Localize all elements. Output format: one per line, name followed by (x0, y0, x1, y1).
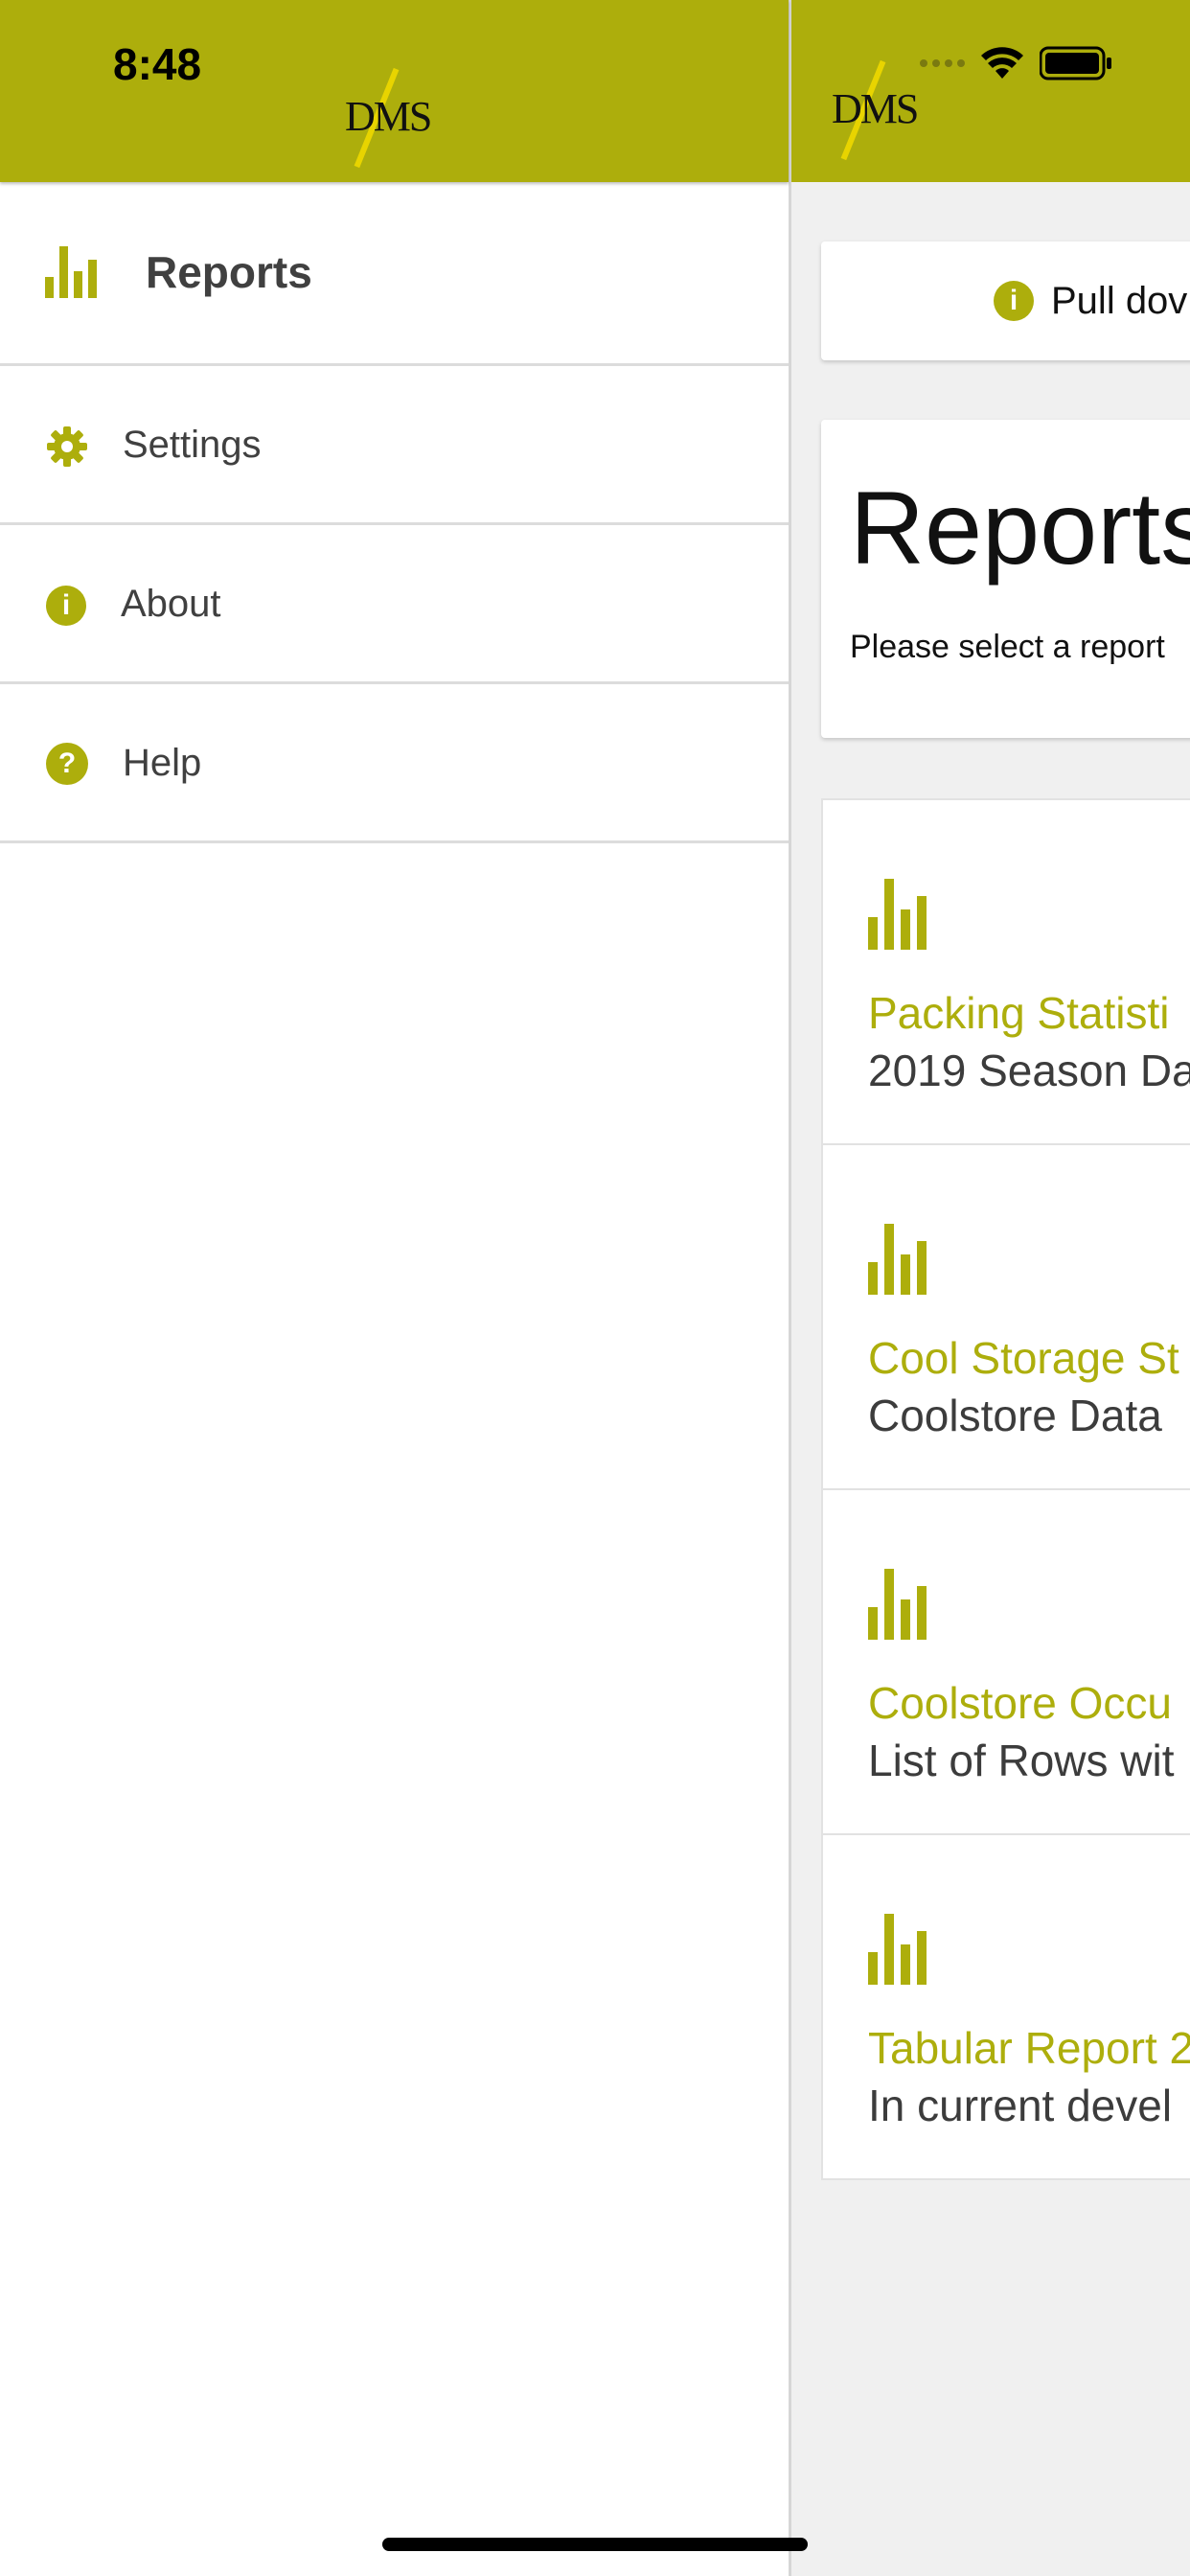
drawer-item-label: About (121, 583, 221, 625)
bar-chart-icon (868, 879, 927, 950)
signal-dots-icon (920, 59, 965, 67)
home-indicator[interactable] (382, 2538, 808, 2551)
app-logo: DMS (832, 59, 919, 161)
report-title: Coolstore Occu (868, 1678, 1173, 1728)
reports-header-card: Reports Please select a report (821, 420, 1190, 738)
bar-chart-icon (868, 1569, 927, 1640)
main-panel: DMS i Pull dov Reports Please select a r… (789, 0, 1190, 2576)
report-title: Tabular Report 2 (868, 2023, 1190, 2073)
logo-text: DMS (832, 85, 919, 132)
drawer-item-about[interactable]: i About (0, 525, 789, 684)
bar-chart-icon (45, 246, 97, 298)
drawer-item-label: Reports (146, 247, 312, 297)
report-item-packing-statistics[interactable]: Packing Statisti 2019 Season Da (823, 800, 1190, 1145)
app-logo: DMS (345, 67, 432, 169)
status-icons (920, 46, 1112, 80)
drawer-item-reports[interactable]: Reports (0, 185, 789, 366)
report-subtitle: Coolstore Data (868, 1391, 1162, 1440)
report-subtitle: 2019 Season Da (868, 1046, 1190, 1095)
bar-chart-icon (868, 1914, 927, 1985)
battery-icon (1040, 46, 1111, 80)
pull-to-refresh-hint: i Pull dov (821, 242, 1190, 360)
report-title: Cool Storage St (868, 1333, 1179, 1383)
wifi-icon (981, 47, 1023, 79)
report-item-cool-storage[interactable]: Cool Storage St Coolstore Data (823, 1145, 1190, 1490)
logo-text: DMS (345, 93, 432, 140)
drawer-item-help[interactable]: ? Help (0, 684, 789, 843)
drawer-header: 8:48 DMS (0, 0, 789, 182)
report-list: Packing Statisti 2019 Season Da Cool Sto… (821, 798, 1190, 2180)
status-time: 8:48 (113, 39, 202, 89)
main-header: DMS (791, 0, 1190, 182)
drawer-item-label: Settings (123, 424, 262, 466)
hint-text: Pull dov (1051, 280, 1188, 322)
drawer-item-label: Help (123, 742, 202, 784)
gear-icon (47, 426, 87, 467)
info-icon: i (46, 586, 86, 626)
report-title: Packing Statisti (868, 988, 1170, 1038)
report-subtitle: In current devel (868, 2081, 1173, 2130)
report-item-tabular-report[interactable]: Tabular Report 2 In current devel (823, 1835, 1190, 2178)
report-subtitle: List of Rows wit (868, 1736, 1175, 1785)
info-icon: i (994, 281, 1034, 321)
page-subtitle: Please select a report (850, 629, 1165, 665)
help-icon: ? (46, 743, 88, 785)
page-title: Reports (850, 470, 1190, 586)
report-item-coolstore-occupancy[interactable]: Coolstore Occu List of Rows wit (823, 1490, 1190, 1835)
bar-chart-icon (868, 1224, 927, 1295)
navigation-drawer: 8:48 DMS Reports Settings i About ? Help (0, 0, 789, 2576)
drawer-item-settings[interactable]: Settings (0, 366, 789, 525)
